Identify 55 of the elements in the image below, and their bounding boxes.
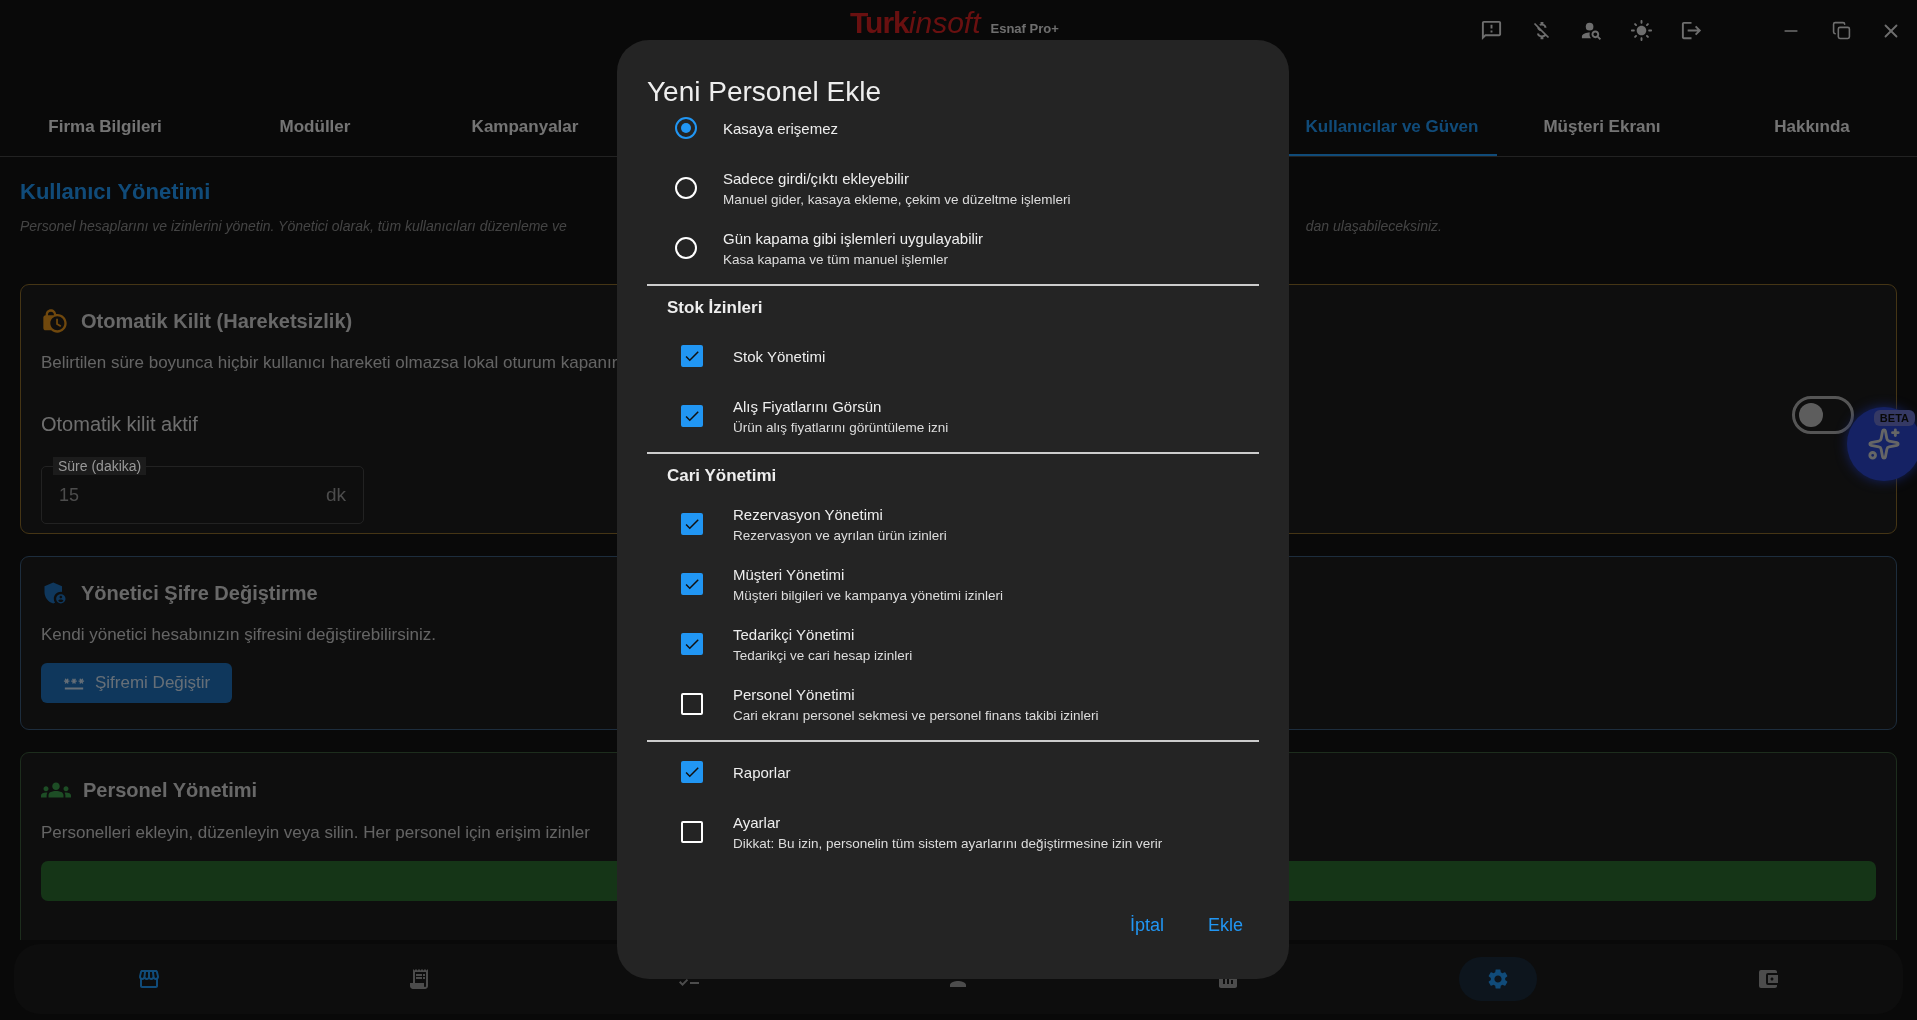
card-title: Otomatik Kilit (Hareketsizlik) <box>81 309 353 333</box>
option-description: Tedarikçi ve cari hesap izinleri <box>733 647 913 663</box>
card-description: Personelleri ekleyin, düzenleyin veya silin. Her personel için erişim izinler <box>41 823 590 843</box>
option-label: Kasaya erişemez <box>723 119 839 137</box>
tab[interactable]: Firma Bilgileri <box>0 100 210 156</box>
checkbox[interactable] <box>681 513 703 535</box>
section-heading: Stok İzinleri <box>667 298 764 318</box>
radio-button[interactable] <box>675 117 697 139</box>
option-label: Stok Yönetimi <box>733 347 826 365</box>
brand-name-accent: insoft <box>908 6 981 40</box>
tab[interactable]: Müşteri Ekranı <box>1497 100 1707 156</box>
option-description: Dikkat: Bu izin, personelin tüm sistem ayarlarını değiştirmesine izin verir <box>733 835 1163 851</box>
section-heading: Cari Yönetimi <box>667 466 778 486</box>
option-label: Rezervasyon Yönetimi <box>733 505 884 523</box>
settings-icon[interactable] <box>1459 957 1538 1001</box>
sparkles-icon <box>1867 427 1901 461</box>
option-description: Rezervasyon ve ayrılan ürün izinleri <box>733 527 947 543</box>
checkbox[interactable] <box>681 573 703 595</box>
option-label: Ayarlar <box>733 813 782 831</box>
change-password-button[interactable]: Şifremi Değiştir <box>41 663 233 703</box>
checkbox[interactable] <box>681 345 703 367</box>
edition-label: Esnaf Pro+ <box>990 21 1059 36</box>
option-description: Cari ekranı personel sekmesi ve personel finans takibi izinleri <box>733 707 1099 723</box>
dialog-button[interactable]: İptal <box>1117 906 1176 944</box>
toggle-label: Otomatik kilit aktif <box>41 413 198 436</box>
option-label: Gün kapama gibi işlemleri uygulayabilir <box>723 229 984 247</box>
card-title: Yönetici Şifre Değiştirme <box>81 581 318 605</box>
tab[interactable]: Kampanyalar <box>420 100 630 156</box>
card-description: Kendi yönetici hesabınızın şifresini değiştirebilirsiniz. <box>41 625 436 645</box>
option-label: Alış Fiyatlarını Görsün <box>733 397 883 415</box>
tab[interactable]: Modüller <box>210 100 420 156</box>
beta-badge: BETA <box>1873 410 1915 426</box>
option-label: Tedarikçi Yönetimi <box>733 625 856 643</box>
option-description: Ürün alış fiyatlarını görüntüleme izni <box>733 419 949 435</box>
checkbox[interactable] <box>681 761 703 783</box>
page-title: Kullanıcı Yönetimi <box>20 179 211 205</box>
option-label: Müşteri Yönetimi <box>733 565 846 583</box>
sun-icon[interactable] <box>1629 18 1653 43</box>
card-description: Belirtilen süre boyunca hiçbir kullanıcı hareketi olmazsa lokal oturum kapanır <box>41 353 618 373</box>
checkbox[interactable] <box>681 633 703 655</box>
dialog-title: Yeni Personel Ekle <box>647 76 882 109</box>
checkbox[interactable] <box>681 405 703 427</box>
option-label: Personel Yönetimi <box>733 685 856 703</box>
intro-text-end: dan ulaşabileceksiniz. <box>1305 218 1442 234</box>
option-description: Müşteri bilgileri ve kampanya yönetimi izinleri <box>733 587 1004 603</box>
option-label: Raporlar <box>733 763 791 781</box>
dialog-button[interactable]: Ekle <box>1196 906 1255 944</box>
brand-name: Turk <box>850 6 909 40</box>
option-label: Sadece girdi/çıktı ekleyebilir <box>723 169 910 187</box>
option-description: Manuel gider, kasaya ekleme, çekim ve düzeltme işlemleri <box>723 191 1071 207</box>
card-title: Personel Yönetimi <box>83 778 258 802</box>
tab[interactable]: Hakkında <box>1707 100 1917 156</box>
option-description: Kasa kapama ve tüm manuel işlemler <box>723 251 950 267</box>
intro-text: Personel hesaplarını ve izinlerini yönetin. Yönetici olarak, tüm kullanıcıları düzenleme ve <box>20 218 567 234</box>
lock-clock-icon <box>41 307 69 335</box>
